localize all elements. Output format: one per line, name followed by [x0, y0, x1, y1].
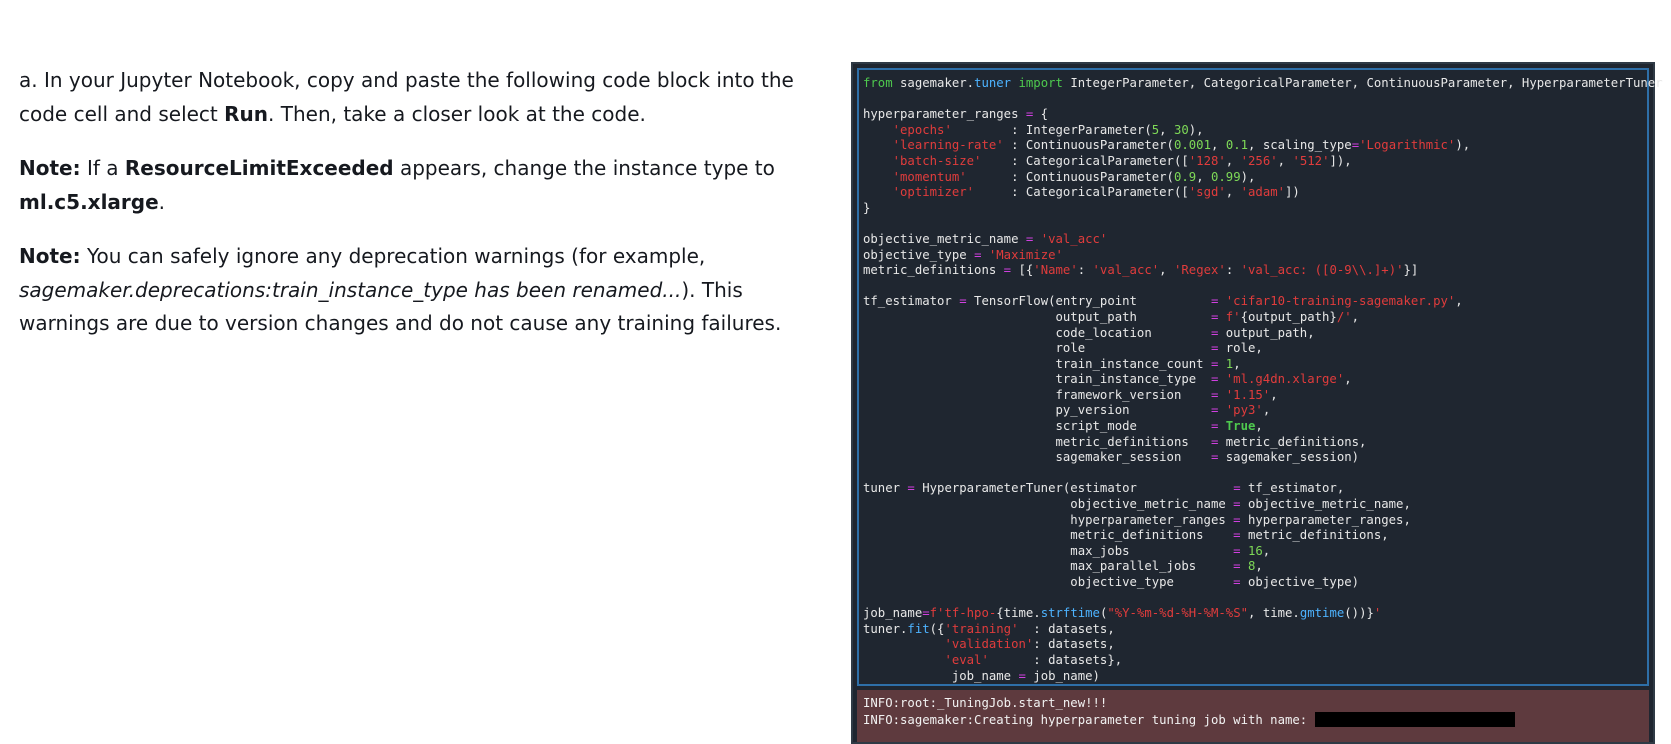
- run-label: Run: [224, 101, 269, 126]
- instructions-panel: a. In your Jupyter Notebook, copy and pa…: [19, 64, 819, 362]
- redacted-job-name: [1314, 711, 1515, 727]
- instance-type: ml.c5.xlarge: [19, 189, 159, 214]
- deprecation-example: sagemaker.deprecations:train_instance_ty…: [19, 277, 682, 302]
- error-name: ResourceLimitExceeded: [124, 156, 394, 180]
- note-resource-limit: Note: If a ResourceLimitExceeded appears…: [19, 152, 819, 219]
- note-deprecation: Note: You can safely ignore any deprecat…: [19, 240, 819, 341]
- note1-text2: appears, change the instance type to: [393, 156, 775, 180]
- output-line-1: INFO:root:_TuningJob.start_new!!!: [863, 696, 1108, 710]
- note1-text1: If a: [80, 156, 125, 180]
- output-line-2: INFO:sagemaker:Creating hyperparameter t…: [863, 712, 1315, 727]
- code-block: from sagemaker.tuner import IntegerParam…: [863, 76, 1663, 683]
- note-label: Note:: [19, 244, 81, 268]
- note2-text1: You can safely ignore any deprecation wa…: [80, 244, 706, 268]
- note1-text3: .: [158, 189, 166, 214]
- step-a-suffix: . Then, take a closer look at the code.: [268, 101, 646, 126]
- note-label: Note:: [19, 156, 81, 180]
- code-cell[interactable]: from sagemaker.tuner import IntegerParam…: [857, 68, 1663, 686]
- step-a-paragraph: a. In your Jupyter Notebook, copy and pa…: [19, 64, 819, 131]
- notebook-screenshot: from sagemaker.tuner import IntegerParam…: [851, 62, 1663, 744]
- cell-output: INFO:root:_TuningJob.start_new!!! INFO:s…: [857, 690, 1649, 742]
